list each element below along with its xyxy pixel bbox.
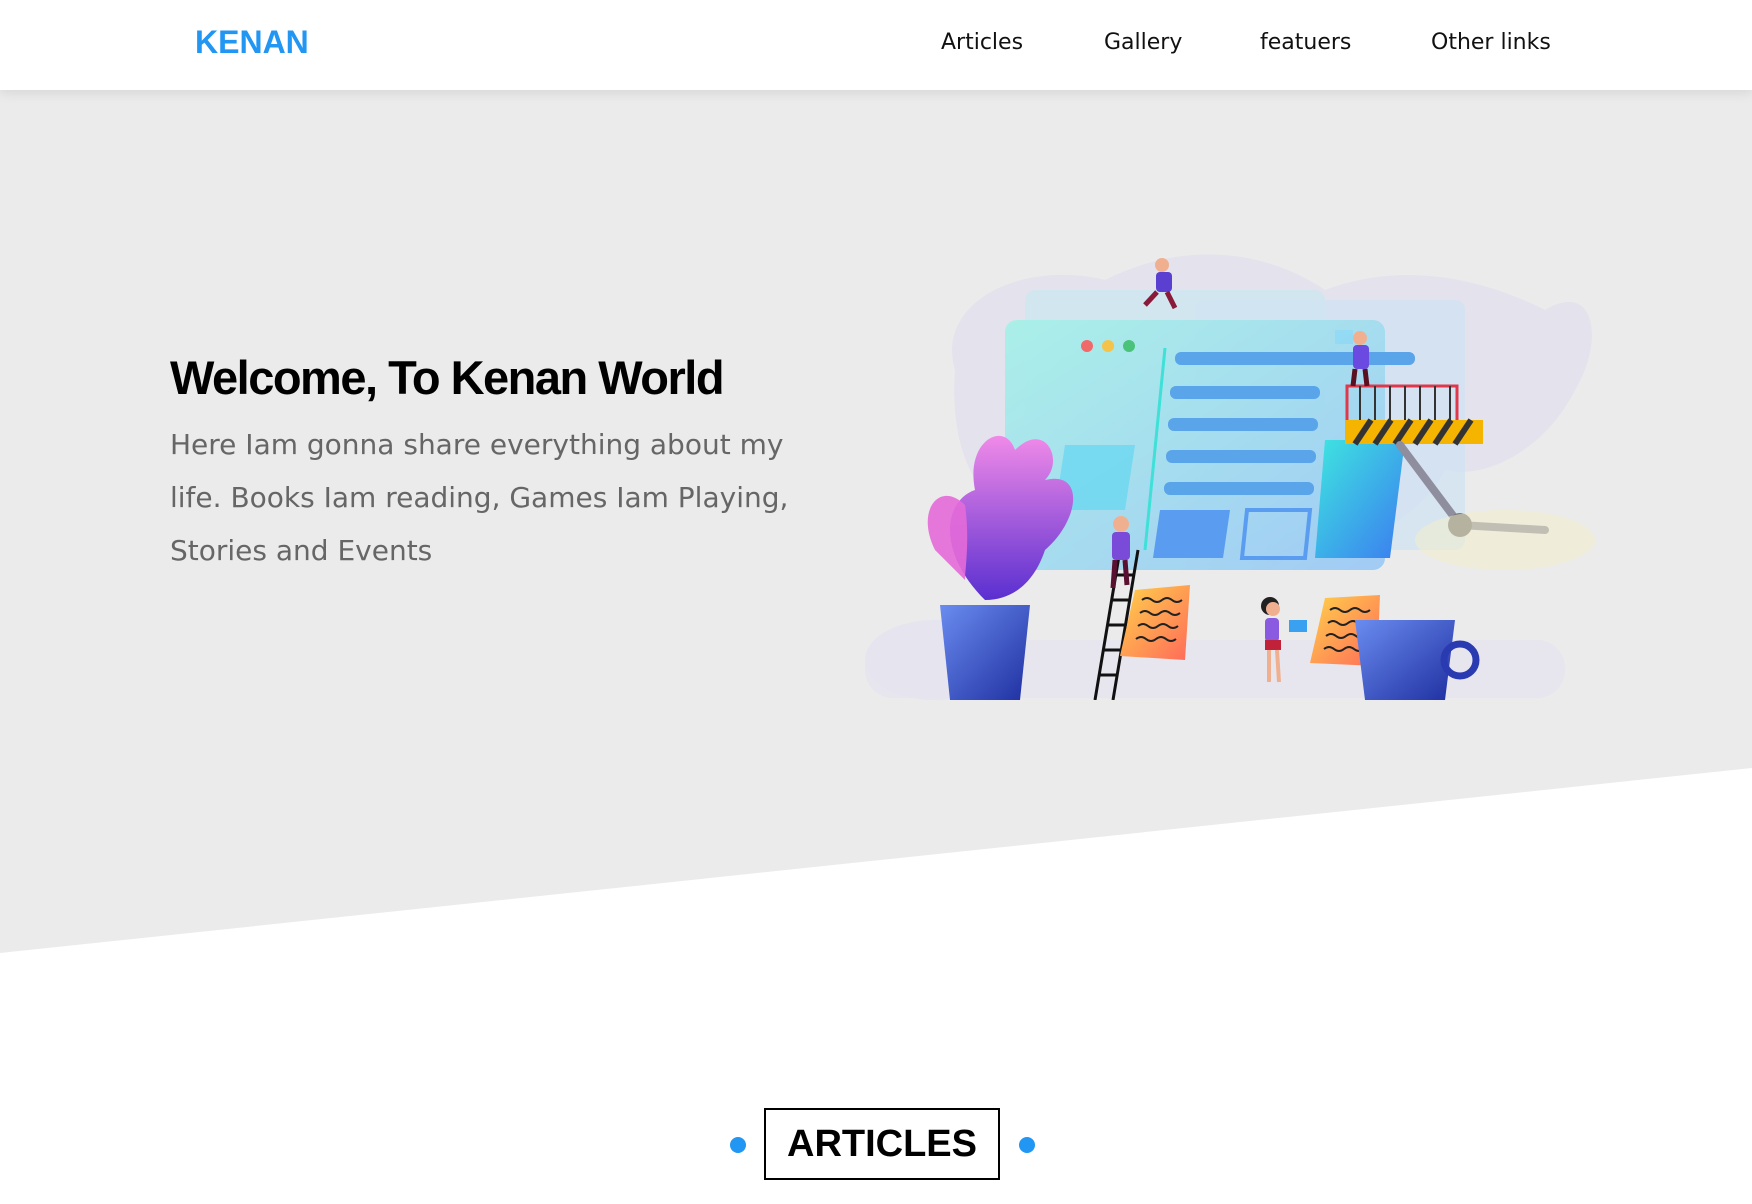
nav-link-other-links[interactable]: Other links [1431,30,1551,55]
hero-title: Welcome, To Kenan World [170,351,725,404]
site-header: KENAN Articles Gallery featuers Other li… [0,0,1752,90]
nav-link-articles[interactable]: Articles [941,30,1023,55]
page: KENAN Articles Gallery featuers Other li… [0,0,1752,1204]
hero-description: Here Iam gonna share everything about my… [170,428,789,567]
nav-link-gallery[interactable]: Gallery [1104,30,1182,55]
main-nav: Articles Gallery featuers Other links [0,30,1752,60]
articles-section-heading: ARTICLES [0,1108,1752,1182]
heading-dot-right [1019,1137,1035,1153]
articles-heading: ARTICLES [764,1108,1000,1180]
hero-illustration [865,254,1595,700]
heading-dot-left [730,1137,746,1153]
nav-link-features[interactable]: featuers [1260,30,1351,55]
